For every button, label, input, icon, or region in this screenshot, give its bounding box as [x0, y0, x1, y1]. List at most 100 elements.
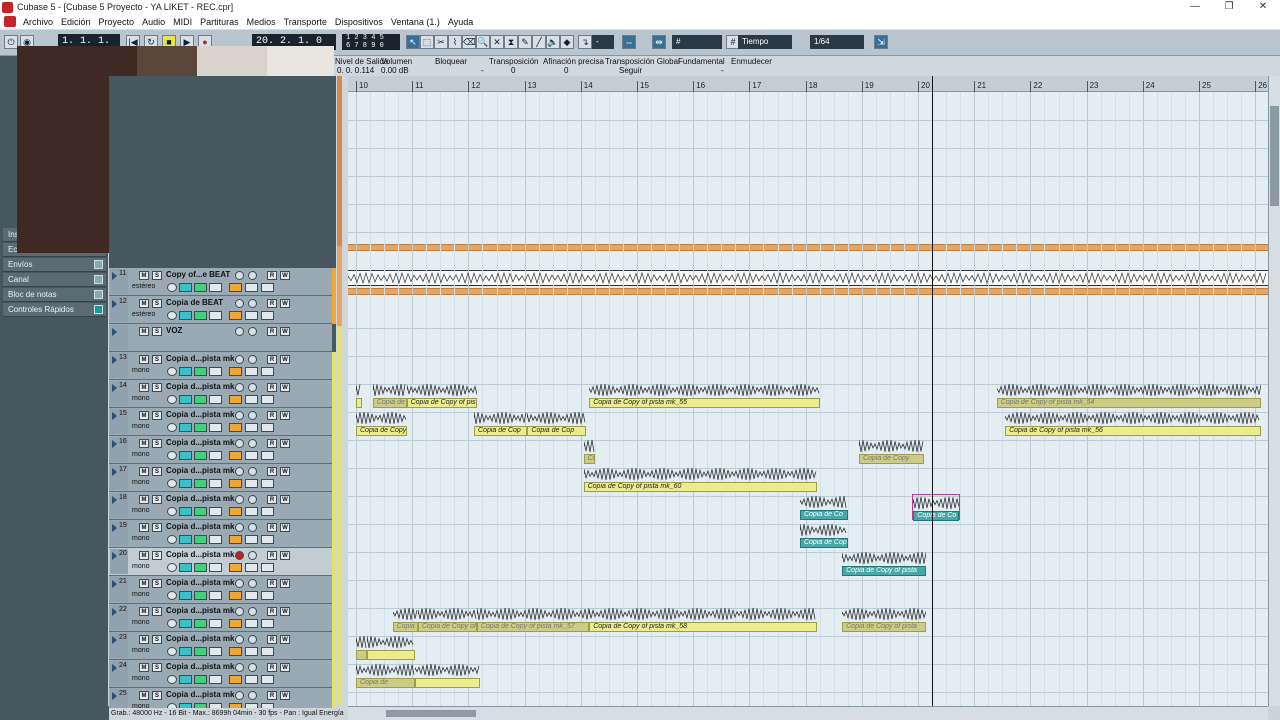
track-row[interactable]: 23 M S Copia d...pista mk mono R W — [109, 632, 336, 660]
menu-midi[interactable]: MIDI — [169, 17, 196, 27]
lock-icon[interactable] — [229, 563, 242, 572]
track-name[interactable]: Copia d...pista mk — [166, 354, 234, 363]
send-bypass-icon[interactable] — [209, 507, 222, 516]
menu-ayuda[interactable]: Ayuda — [444, 17, 477, 27]
quantize-value-select[interactable]: 1/64 — [810, 35, 864, 49]
horizontal-scrollbar[interactable] — [348, 706, 1268, 720]
lock-icon[interactable] — [229, 675, 242, 684]
audio-event[interactable]: Copia de Copy of pista — [842, 606, 927, 632]
audio-event[interactable]: Copia de Co — [799, 494, 848, 520]
zoom-tool-icon[interactable]: 🔍 — [476, 35, 490, 49]
solo-button[interactable]: S — [152, 691, 162, 700]
mute-button[interactable]: M — [139, 383, 149, 392]
audio-event[interactable]: Co — [583, 438, 595, 464]
expand-triangle-icon[interactable] — [112, 412, 117, 420]
send-bypass-icon[interactable] — [209, 479, 222, 488]
audio-event[interactable]: Copia de Copy of pista mk_55 — [589, 382, 820, 408]
expand-triangle-icon[interactable] — [112, 384, 117, 392]
freeze-icon[interactable] — [261, 591, 274, 600]
draw-tool-icon[interactable]: ✎ — [518, 35, 532, 49]
write-automation-button[interactable]: W — [280, 607, 290, 616]
send-bypass-icon[interactable] — [209, 563, 222, 572]
read-automation-button[interactable]: R — [267, 299, 277, 308]
close-button[interactable]: ✕ — [1246, 0, 1280, 14]
record-enable-icon[interactable] — [235, 271, 244, 280]
eq-bypass-icon[interactable] — [194, 619, 207, 628]
record-enable-icon[interactable] — [235, 439, 244, 448]
lock-icon[interactable] — [229, 591, 242, 600]
send-bypass-icon[interactable] — [209, 591, 222, 600]
edit-channel-icon[interactable] — [167, 563, 177, 572]
solo-button[interactable]: S — [152, 299, 162, 308]
lock-icon[interactable] — [229, 479, 242, 488]
solo-button[interactable]: S — [152, 271, 162, 280]
write-automation-button[interactable]: W — [280, 523, 290, 532]
grid-type-select[interactable]: # — [672, 35, 722, 49]
lock-icon[interactable] — [229, 451, 242, 460]
expand-triangle-icon[interactable] — [112, 608, 117, 616]
lane-icon[interactable] — [245, 619, 258, 628]
lane-icon[interactable] — [245, 367, 258, 376]
send-bypass-icon[interactable] — [209, 647, 222, 656]
snap-to-zero-icon[interactable]: ⇹ — [652, 35, 666, 49]
mute-button[interactable]: M — [139, 355, 149, 364]
arrange-window[interactable]: Copia de Copy of pista mk_54 Copia de Copi… — [348, 92, 1268, 706]
track-row[interactable]: 12 M S Copia de BEAT estéreo R W — [109, 296, 336, 324]
record-enable-icon[interactable] — [235, 467, 244, 476]
read-automation-button[interactable]: R — [267, 635, 277, 644]
mute-button[interactable]: M — [139, 579, 149, 588]
glue-tool-icon[interactable]: ⌇ — [448, 35, 462, 49]
inspector-channel[interactable]: Canal — [3, 273, 106, 287]
solo-button[interactable]: S — [152, 551, 162, 560]
record-enable-icon[interactable] — [235, 551, 244, 560]
eq-bypass-icon[interactable] — [194, 395, 207, 404]
read-automation-button[interactable]: R — [267, 383, 277, 392]
monitor-icon[interactable] — [248, 579, 257, 588]
mute-button[interactable]: M — [139, 327, 149, 336]
inspector-quick-controls[interactable]: Controles Rápidos — [3, 303, 106, 317]
freeze-icon[interactable] — [261, 563, 274, 572]
track-row[interactable]: 15 M S Copia d...pista mk mono R W — [109, 408, 336, 436]
lane-icon[interactable] — [245, 423, 258, 432]
send-bypass-icon[interactable] — [209, 395, 222, 404]
track-row[interactable]: 16 M S Copia d...pista mk mono R W — [109, 436, 336, 464]
send-bypass-icon[interactable] — [209, 311, 222, 320]
freeze-icon[interactable] — [261, 675, 274, 684]
expand-triangle-icon[interactable] — [112, 440, 117, 448]
eq-bypass-icon[interactable] — [194, 367, 207, 376]
send-bypass-icon[interactable] — [209, 535, 222, 544]
expand-triangle-icon[interactable] — [112, 664, 117, 672]
menu-edicion[interactable]: Edición — [57, 17, 95, 27]
record-enable-icon[interactable] — [235, 299, 244, 308]
solo-button[interactable]: S — [152, 439, 162, 448]
track-row[interactable]: 11 M S Copy of...e BEAT estéreo R W — [109, 268, 336, 296]
read-automation-button[interactable]: R — [267, 663, 277, 672]
write-automation-button[interactable]: W — [280, 495, 290, 504]
audio-event[interactable]: Copia de Copy of pista mk_57 — [476, 606, 590, 632]
monitor-icon[interactable] — [248, 635, 257, 644]
mute-button[interactable]: M — [139, 551, 149, 560]
audio-event[interactable]: Copia de Cop — [799, 522, 848, 548]
freeze-icon[interactable] — [261, 311, 274, 320]
send-bypass-icon[interactable] — [209, 451, 222, 460]
vertical-scroll-thumb[interactable] — [1270, 106, 1279, 206]
expand-triangle-icon[interactable] — [112, 328, 117, 336]
track-row[interactable]: 24 M S Copia d...pista mk mono R W — [109, 660, 336, 688]
lane-icon[interactable] — [245, 479, 258, 488]
track-name[interactable]: Copia d...pista mk — [166, 410, 234, 419]
menu-ventana[interactable]: Ventana (1.) — [387, 17, 444, 27]
edit-channel-icon[interactable] — [167, 619, 177, 628]
mute-button[interactable]: M — [139, 663, 149, 672]
expand-triangle-icon[interactable] — [112, 636, 117, 644]
eq-bypass-icon[interactable] — [194, 423, 207, 432]
lock-icon[interactable] — [229, 367, 242, 376]
track-row[interactable]: 19 M S Copia d...pista mk mono R W — [109, 520, 336, 548]
info-value-lock[interactable]: - — [481, 66, 484, 75]
audio-event[interactable]: Copia de — [372, 382, 407, 408]
write-automation-button[interactable]: W — [280, 355, 290, 364]
solo-button[interactable]: S — [152, 327, 162, 336]
track-name[interactable]: Copia d...pista mk — [166, 466, 234, 475]
lane-icon[interactable] — [245, 507, 258, 516]
lock-icon[interactable] — [229, 283, 242, 292]
audio-event[interactable]: Copia de Copy of — [417, 606, 477, 632]
